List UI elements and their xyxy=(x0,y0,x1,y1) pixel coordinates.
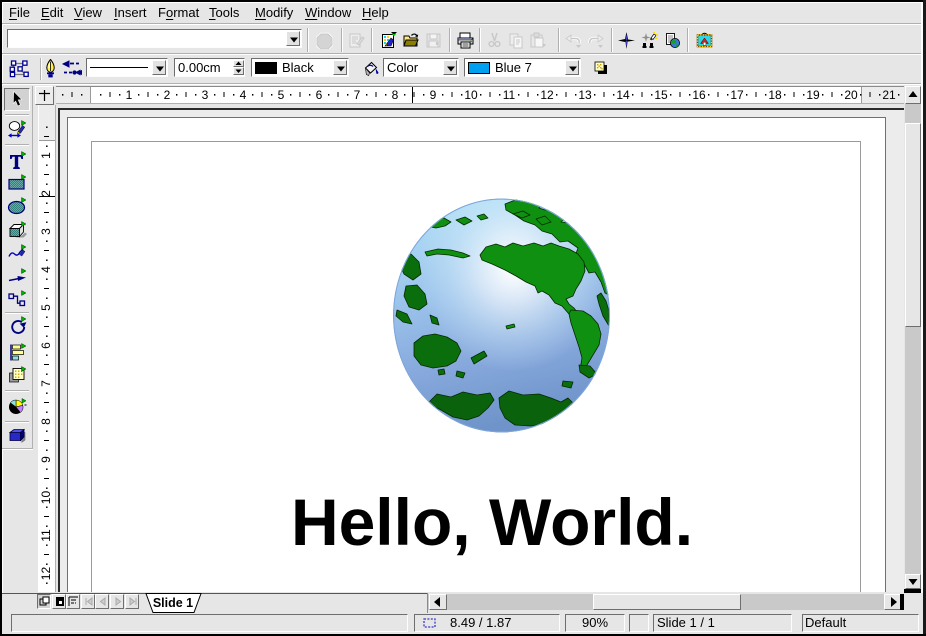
svg-text:19: 19 xyxy=(806,88,820,102)
svg-text:8: 8 xyxy=(39,418,53,425)
svg-text:3: 3 xyxy=(39,228,53,235)
svg-text:3: 3 xyxy=(202,88,209,102)
svg-text:1: 1 xyxy=(39,152,53,159)
svg-text:12: 12 xyxy=(540,88,554,102)
svg-text:1: 1 xyxy=(126,88,133,102)
svg-text:5: 5 xyxy=(278,88,285,102)
svg-text:2: 2 xyxy=(164,88,171,102)
svg-text:18: 18 xyxy=(768,88,782,102)
svg-text:7: 7 xyxy=(39,380,53,387)
svg-text:11: 11 xyxy=(503,88,516,102)
svg-text:10: 10 xyxy=(464,88,478,102)
svg-text:4: 4 xyxy=(39,266,53,273)
svg-text:12: 12 xyxy=(39,567,53,581)
svg-text:13: 13 xyxy=(578,88,592,102)
svg-text:14: 14 xyxy=(616,88,630,102)
svg-text:20: 20 xyxy=(844,88,858,102)
svg-text:4: 4 xyxy=(240,88,247,102)
svg-text:2: 2 xyxy=(39,190,53,197)
svg-text:5: 5 xyxy=(39,304,53,311)
svg-text:6: 6 xyxy=(316,88,323,102)
svg-text:17: 17 xyxy=(730,88,744,102)
svg-text:9: 9 xyxy=(430,88,437,102)
svg-text:6: 6 xyxy=(39,342,53,349)
svg-text:16: 16 xyxy=(692,88,706,102)
svg-text:9: 9 xyxy=(39,456,53,463)
svg-text:15: 15 xyxy=(654,88,668,102)
svg-text:7: 7 xyxy=(354,88,361,102)
svg-text:8: 8 xyxy=(392,88,399,102)
svg-text:21: 21 xyxy=(882,88,896,102)
